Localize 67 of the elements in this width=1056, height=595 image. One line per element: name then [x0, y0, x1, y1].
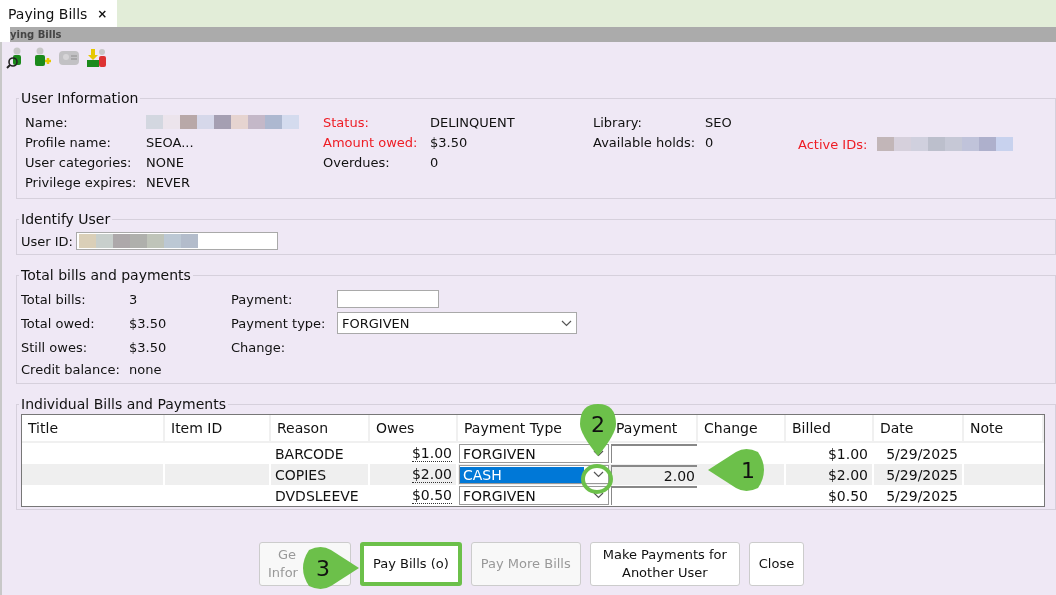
action-button[interactable]: Pay Bills (o): [360, 542, 462, 586]
table-cell-text: $0.50: [410, 485, 453, 506]
field-label: User ID:: [21, 233, 73, 249]
field-value: $3.50: [129, 339, 168, 355]
field-value: $3.50: [129, 315, 168, 331]
step-callout-tooltip: 1: [708, 449, 764, 491]
field-value: SEOA...: [146, 134, 195, 150]
section-title: Individual Bills and Payments: [20, 396, 228, 412]
dropdown-caret-icon[interactable]: [593, 492, 604, 499]
field-label: Active IDs:: [798, 136, 868, 152]
field-value: none: [129, 361, 163, 377]
section-title: User Information: [20, 90, 140, 106]
table-cell-text: 5/29/2025: [885, 444, 959, 464]
dropdown-caret-icon[interactable]: [561, 319, 572, 327]
field-label: Privilege expires:: [25, 174, 138, 190]
table-cell-text: $1.00: [826, 444, 869, 464]
field-label: User categories:: [25, 154, 133, 170]
field-label: Name:: [25, 114, 69, 130]
field-value: NONE: [146, 154, 185, 170]
action-button[interactable]: Make Payments for Another User: [589, 542, 740, 586]
field-label: Available holds:: [593, 134, 697, 150]
step-callout-tooltip: 2: [580, 404, 616, 456]
close-icon[interactable]: ×: [97, 6, 108, 21]
field-value: NEVER: [146, 174, 192, 190]
section-title: Identify User: [20, 211, 112, 227]
field-label: Total owed:: [21, 315, 96, 331]
payment-field[interactable]: 2.00: [611, 465, 697, 484]
field-label: Status:: [323, 114, 370, 130]
field-value: 0: [430, 154, 440, 170]
table-cell-text: DVDSLEEVE: [274, 486, 360, 506]
tab[interactable]: Paying Bills ×: [0, 0, 118, 27]
field-label: Profile name:: [25, 134, 112, 150]
blank-icon: [0, 27, 10, 42]
field-value: 0: [705, 134, 715, 150]
panel-title: ying Bills: [10, 29, 62, 40]
table-cell-text: 5/29/2025: [885, 486, 959, 506]
field-label: Library:: [593, 114, 643, 130]
field-label: Amount owed:: [323, 134, 419, 150]
field-value: SEO: [705, 114, 733, 130]
user-id-field[interactable]: [76, 232, 278, 250]
field-label: Payment type:: [231, 315, 327, 331]
payment-type-select[interactable]: FORGIVEN: [459, 444, 609, 463]
section-title: Total bills and payments: [20, 267, 192, 283]
add-user-icon[interactable]: [32, 47, 52, 69]
payment-type-select[interactable]: FORGIVEN: [459, 486, 609, 505]
field-label: Overdues:: [323, 154, 391, 170]
field-label: Still owes:: [21, 339, 89, 355]
field-value: DELINQUENT: [430, 114, 516, 130]
field-label: Payment:: [231, 291, 294, 307]
table-cell-text: BARCODE: [274, 444, 345, 464]
field-label: Credit balance:: [21, 361, 121, 377]
callout-ring: [581, 464, 613, 494]
field-label: Total bills:: [21, 291, 87, 307]
field-value: 3: [129, 291, 139, 307]
action-button[interactable]: Close: [748, 542, 805, 586]
payment-type-select[interactable]: FORGIVEN: [337, 312, 577, 334]
field-label: Change:: [231, 339, 287, 355]
dropdown-caret-icon[interactable]: [593, 471, 604, 478]
payment-field[interactable]: [337, 290, 439, 308]
payment-field[interactable]: [611, 486, 697, 505]
payment-type-select[interactable]: CASH: [459, 465, 609, 484]
table-cell-text: $1.00: [410, 443, 453, 464]
payment-icon[interactable]: [86, 47, 108, 69]
step-callout-tooltip: 3: [303, 547, 359, 589]
table-cell-text: $0.50: [826, 486, 869, 506]
field-value: $3.50: [430, 134, 469, 150]
payment-field[interactable]: [611, 444, 697, 463]
